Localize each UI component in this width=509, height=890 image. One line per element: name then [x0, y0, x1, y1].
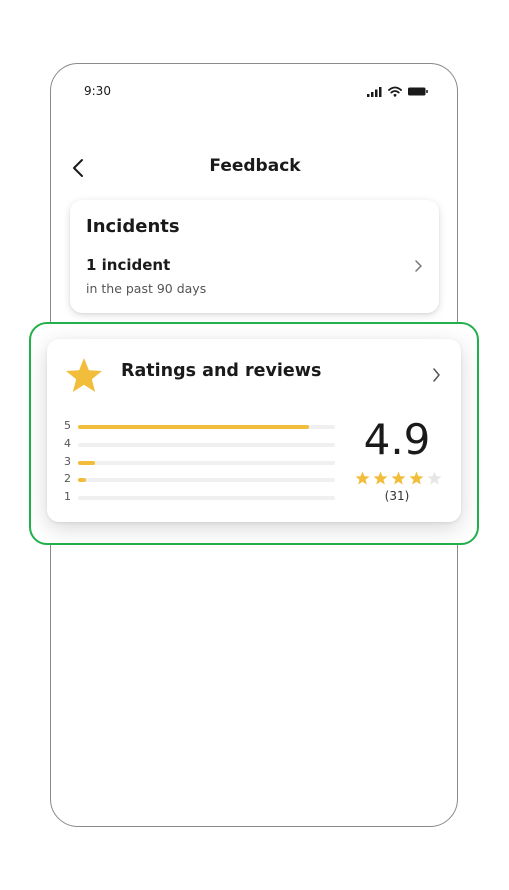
star-icon: [427, 471, 442, 485]
incident-period: in the past 90 days: [86, 281, 207, 296]
battery-icon: [408, 87, 428, 96]
rating-bar-fill: [78, 460, 95, 465]
rating-bar-label: 1: [64, 490, 71, 504]
status-time: 9:30: [84, 84, 111, 98]
rating-bar-row: 1: [64, 490, 337, 508]
incident-count: 1 incident: [86, 256, 171, 274]
rating-bar-row: 3: [64, 455, 337, 473]
star-icon: [66, 358, 102, 392]
ratings-card: Ratings and reviews 5 4 3 2 1 4.9 (31): [47, 339, 461, 522]
rating-bar-row: 4: [64, 437, 337, 455]
star-icon: [409, 471, 424, 485]
rating-bar-track: [78, 496, 335, 501]
chevron-right-icon: [433, 368, 440, 382]
ratings-title: Ratings and reviews: [121, 361, 322, 381]
rating-bar-label: 3: [64, 454, 71, 468]
rating-bar-track: [78, 478, 335, 483]
nav-bar: Feedback: [66, 150, 444, 186]
rating-bar-track: [78, 442, 335, 447]
rating-bar-fill: [78, 425, 310, 429]
star-icon: [355, 471, 370, 485]
rating-bar-fill: [78, 478, 86, 483]
status-icons: [367, 86, 428, 97]
wifi-icon: [388, 86, 402, 97]
rating-bar-row: 5: [64, 419, 337, 437]
rating-bar-label: 5: [64, 419, 71, 432]
rating-bar-label: 4: [64, 436, 71, 450]
status-bar: 9:30: [84, 84, 428, 104]
ratings-header-row[interactable]: Ratings and reviews: [47, 339, 461, 409]
signal-icon: [367, 86, 382, 97]
chevron-right-icon: [415, 260, 422, 272]
page-title: Feedback: [209, 156, 301, 176]
rating-bar-track: [78, 460, 335, 465]
star-icon: [373, 471, 388, 485]
rating-bar-track: [78, 425, 335, 429]
review-count: (31): [384, 489, 410, 503]
rating-bar-label: 2: [64, 472, 71, 486]
incidents-card: Incidents 1 incident in the past 90 days: [70, 200, 439, 313]
rating-stars: [355, 471, 442, 485]
rating-bar-row: 2: [64, 472, 337, 490]
rating-distribution: 5 4 3 2 1: [64, 419, 337, 508]
incident-summary-row[interactable]: 1 incident in the past 90 days: [70, 250, 439, 302]
incidents-title: Incidents: [86, 216, 180, 237]
rating-score: 4.9: [363, 415, 431, 464]
star-icon: [391, 471, 406, 485]
